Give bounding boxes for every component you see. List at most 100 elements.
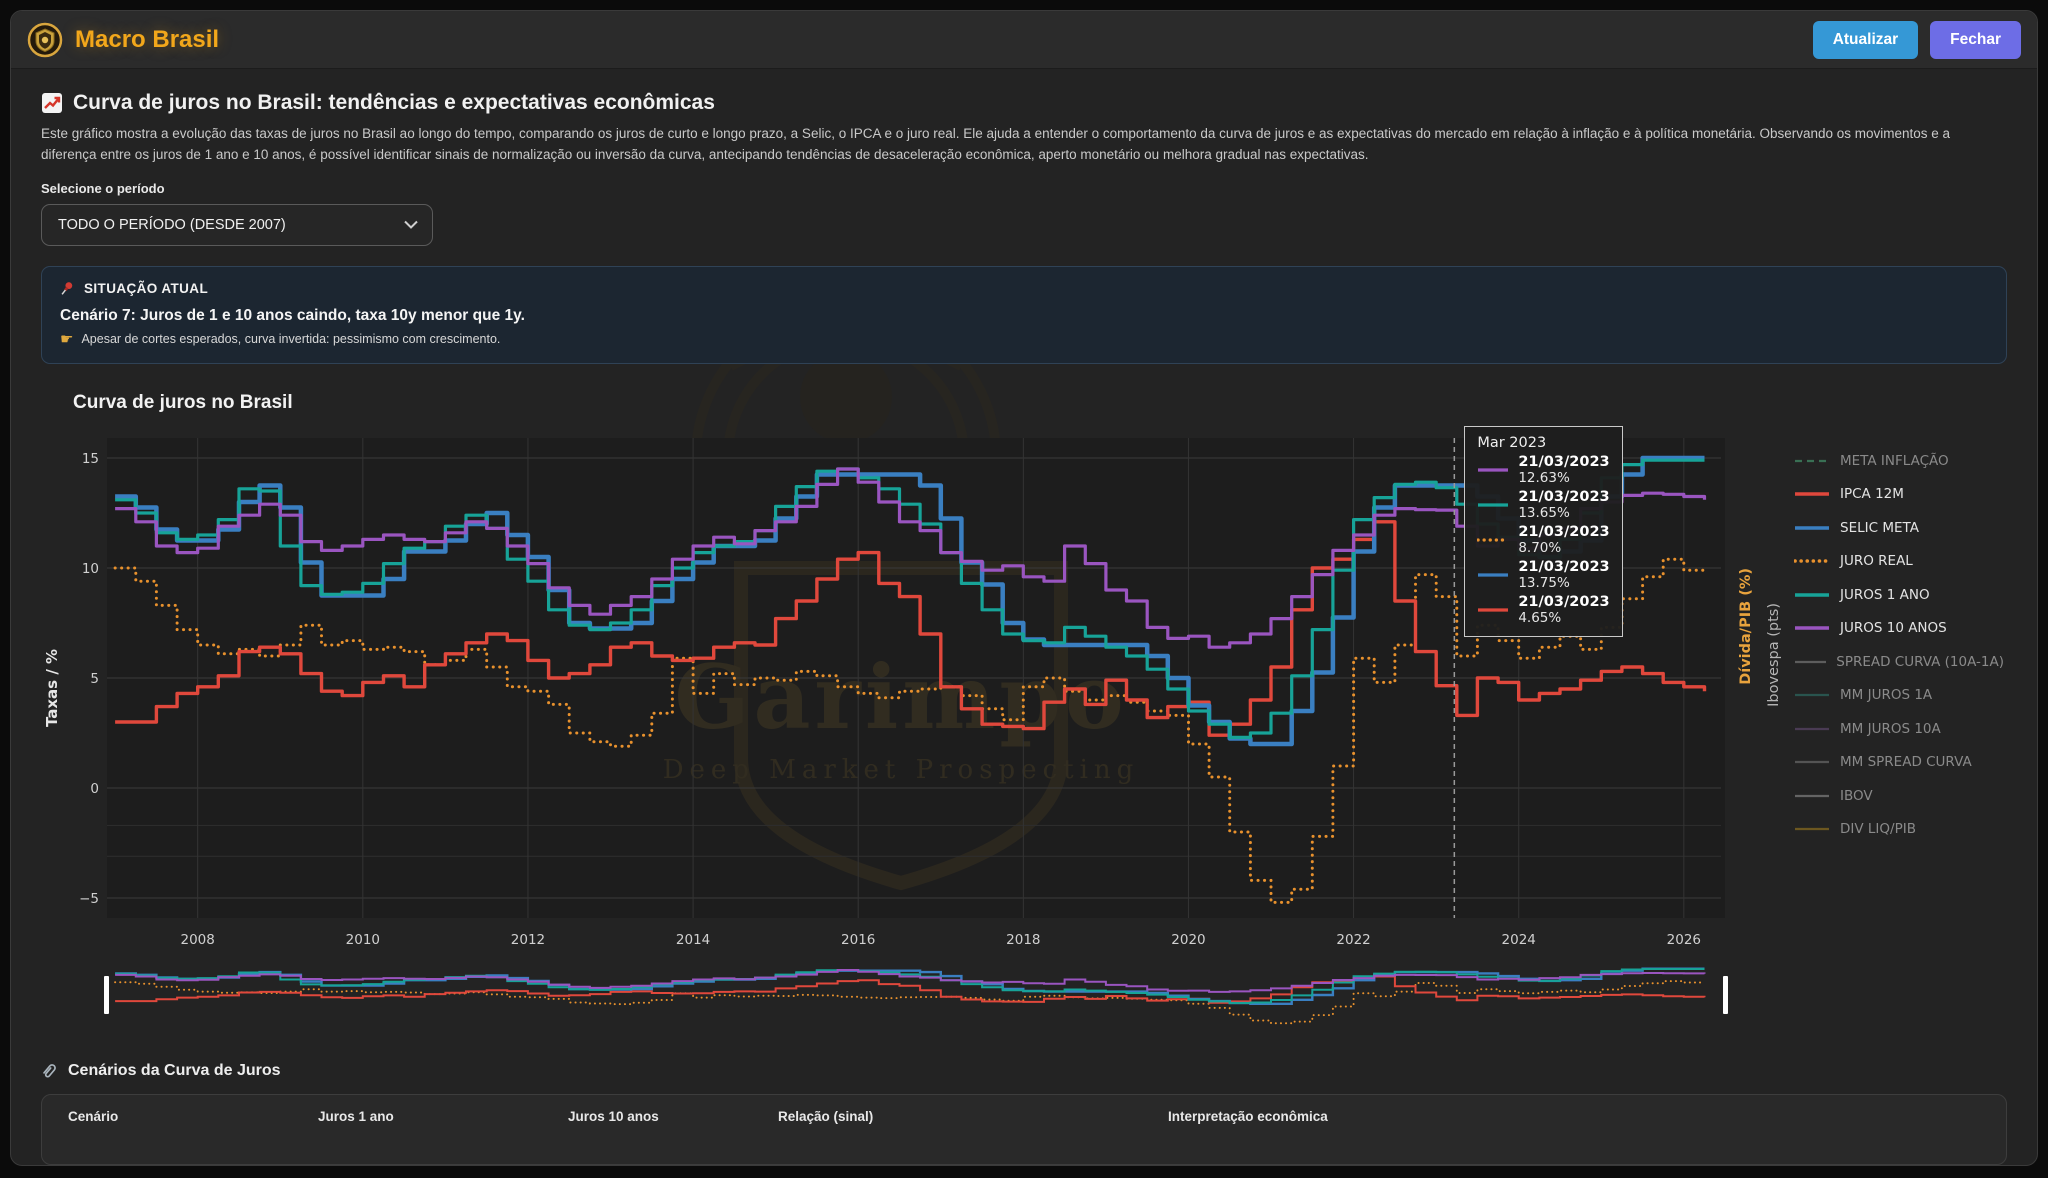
x-tick-label: 2024 [1502,932,1536,948]
legend-label: META INFLAÇÃO [1840,453,1949,469]
svg-text:Garimpo: Garimpo [674,645,1127,749]
right-axis-labels: Dívida/PIB (%) Ibovespa (pts) [1736,418,1794,1038]
tooltip-value: 4.65% [1518,610,1609,626]
navigator-handle-left[interactable] [104,976,109,1014]
tooltip-value: 8.70% [1518,540,1609,556]
legend-item-mm-juros-1a[interactable]: MM JUROS 1A [1794,678,2004,712]
tooltip-date: 21/03/2023 [1518,594,1609,610]
navigator-series-juro-real [115,981,1704,1023]
scenarios-table: CenárioJuros 1 anoJuros 10 anosRelação (… [41,1094,2007,1165]
tooltip-row-ipca-12m: 21/03/20234.65% [1477,594,1609,626]
legend-label: SPREAD CURVA (10A-1A) [1836,654,2004,670]
legend-item-juros-10-anos[interactable]: JUROS 10 ANOS [1794,611,2004,645]
legend-item-juros-1-ano[interactable]: JUROS 1 ANO [1794,578,2004,612]
x-tick-label: 2022 [1336,932,1370,948]
chart-area: GarimpoDeep Market Prospecting−505101520… [41,418,2007,1038]
legend-item-selic-meta[interactable]: SELIC META [1794,511,2004,545]
x-tick-label: 2014 [676,932,710,948]
page-description: Este gráfico mostra a evolução das taxas… [41,124,2007,166]
legend-sample-meta-inflacao [1794,458,1830,464]
paperclip-icon [41,1062,58,1080]
y-tick-label: 15 [82,451,99,467]
period-select-value: TODO O PERÍODO (DESDE 2007) [58,217,286,233]
legend-item-mm-spread-curva[interactable]: MM SPREAD CURVA [1794,745,2004,779]
tooltip-date: 21/03/2023 [1518,489,1609,505]
legend-label: IBOV [1840,788,1873,804]
tooltip-date: 21/03/2023 [1518,524,1609,540]
tooltip: Mar 2023 21/03/202312.63%21/03/202313.65… [1464,426,1622,637]
legend-sample-mm-juros-1a [1794,692,1830,698]
situation-scenario: Cenário 7: Juros de 1 e 10 anos caindo, … [60,307,1988,325]
tooltip-value: 12.63% [1518,470,1609,486]
legend-label: JUROS 1 ANO [1840,587,1930,603]
legend-label: DIV LIQ/PIB [1840,821,1916,837]
refresh-button[interactable]: Atualizar [1813,21,1918,59]
x-tick-label: 2016 [841,932,875,948]
table-header-relacao-sinal: Relação (sinal) [778,1109,1168,1124]
tooltip-row-juros-1-ano: 21/03/202313.65% [1477,489,1609,521]
main-content: Curva de juros no Brasil: tendências e e… [11,69,2037,1165]
legend: META INFLAÇÃO IPCA 12M SELIC META JURO REAL… [1794,418,2004,1038]
chart-title: Curva de juros no Brasil [73,392,2007,414]
tooltip-row-juros-10-anos: 21/03/202312.63% [1477,454,1609,486]
scenarios-table-header: CenárioJuros 1 anoJuros 10 anosRelação (… [68,1109,1980,1124]
table-header-cenario: Cenário [68,1109,318,1124]
pushpin-icon [60,281,75,297]
legend-sample-juros-10-anos [1794,625,1830,631]
legend-label: MM JUROS 1A [1840,687,1932,703]
app-header: Macro Brasil Atualizar Fechar [11,11,2037,69]
close-button[interactable]: Fechar [1930,21,2021,59]
legend-sample-selic-meta [1794,525,1830,531]
tooltip-value: 13.75% [1518,575,1609,591]
legend-item-meta-inflacao[interactable]: META INFLAÇÃO [1794,444,2004,478]
tooltip-row-juro-real: 21/03/20238.70% [1477,524,1609,556]
situation-note: Apesar de cortes esperados, curva invert… [81,332,500,346]
x-tick-label: 2008 [181,932,215,948]
y-tick-label: −5 [79,891,99,907]
x-tick-label: 2026 [1667,932,1701,948]
table-header-juros-1-ano: Juros 1 ano [318,1109,568,1124]
legend-item-ipca-12m[interactable]: IPCA 12M [1794,477,2004,511]
page-title: Curva de juros no Brasil: tendências e e… [73,91,715,115]
app-logo-icon [27,22,63,58]
legend-label: MM SPREAD CURVA [1840,754,1972,770]
legend-sample-juros-1-ano [1794,592,1830,598]
situation-heading: SITUAÇÃO ATUAL [84,281,208,296]
y-axis-label: Taxas / % [43,649,61,727]
legend-sample-ibov [1794,793,1830,799]
legend-item-spread-curva-10a-1a[interactable]: SPREAD CURVA (10A-1A) [1794,645,2004,679]
legend-label: IPCA 12M [1840,486,1904,502]
legend-sample-juro-real [1794,558,1830,564]
scenarios-title-row: Cenários da Curva de Juros [41,1062,2007,1080]
situation-heading-row: SITUAÇÃO ATUAL [60,281,1988,297]
x-tick-label: 2010 [346,932,380,948]
legend-item-mm-juros-10a[interactable]: MM JUROS 10A [1794,712,2004,746]
table-header-interpretacao-economica: Interpretação econômica [1168,1109,1980,1124]
page-title-row: Curva de juros no Brasil: tendências e e… [41,91,2007,115]
tooltip-date: 21/03/2023 [1518,559,1609,575]
legend-label: JUROS 10 ANOS [1840,620,1947,636]
x-tick-label: 2020 [1171,932,1205,948]
legend-label: SELIC META [1840,520,1919,536]
legend-item-ibov[interactable]: IBOV [1794,779,2004,813]
chevron-down-icon [404,220,418,229]
right-axis-label-divida: Dívida/PIB (%) [1738,568,1754,685]
situation-box: SITUAÇÃO ATUAL Cenário 7: Juros de 1 e 1… [41,266,2007,364]
period-select[interactable]: TODO O PERÍODO (DESDE 2007) [41,204,433,246]
x-tick-label: 2018 [1006,932,1040,948]
legend-label: MM JUROS 10A [1840,721,1941,737]
legend-item-juro-real[interactable]: JURO REAL [1794,544,2004,578]
situation-note-row: ☛ Apesar de cortes esperados, curva inve… [60,332,1988,347]
legend-sample-mm-juros-10a [1794,726,1830,732]
period-label: Selecione o período [41,181,2007,196]
tooltip-row-selic-meta: 21/03/202313.75% [1477,559,1609,591]
navigator-handle-right[interactable] [1723,976,1728,1014]
legend-item-div-liq-pib[interactable]: DIV LIQ/PIB [1794,812,2004,846]
svg-text:Deep Market Prospecting: Deep Market Prospecting [663,755,1140,785]
pointing-right-icon: ☛ [60,332,73,347]
scenarios-title: Cenários da Curva de Juros [68,1062,281,1080]
app-window: Macro Brasil Atualizar Fechar [10,10,2038,1166]
y-tick-label: 0 [90,781,99,797]
tooltip-title: Mar 2023 [1477,435,1609,451]
legend-label: JURO REAL [1840,553,1913,569]
